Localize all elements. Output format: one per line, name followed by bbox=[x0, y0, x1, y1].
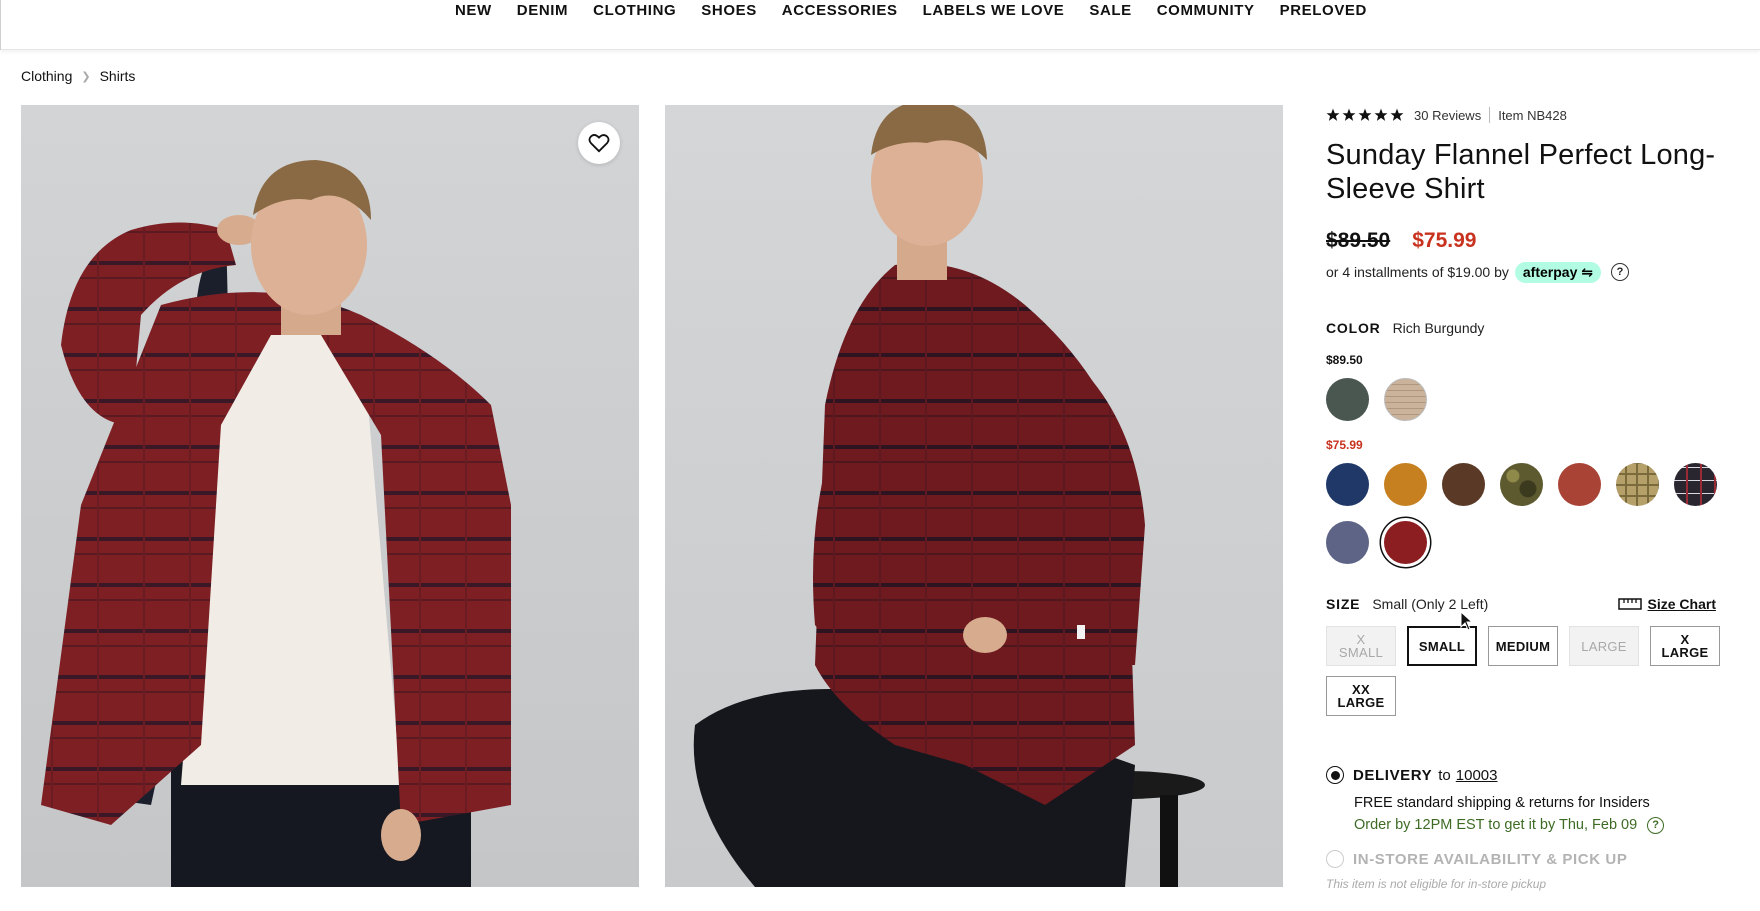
nav-item-denim[interactable]: DENIM bbox=[517, 2, 568, 19]
product-image-2[interactable] bbox=[665, 105, 1283, 887]
model-photo-front bbox=[21, 105, 639, 887]
rating-stars[interactable] bbox=[1326, 108, 1404, 122]
color-label: COLOR bbox=[1326, 320, 1381, 336]
reviews-link[interactable]: 30 Reviews bbox=[1414, 108, 1481, 123]
ruler-icon bbox=[1617, 598, 1642, 610]
model-photo-seated bbox=[665, 105, 1283, 887]
sale-price-tier: $75.99 bbox=[1326, 438, 1363, 452]
size-medium[interactable]: MEDIUM bbox=[1488, 626, 1558, 666]
swatch-dark-green[interactable] bbox=[1326, 378, 1369, 421]
instore-label: IN-STORE AVAILABILITY & PICK UP bbox=[1353, 850, 1628, 868]
nav-item-new[interactable]: NEW bbox=[455, 2, 492, 19]
top-navigation: NEW DENIM CLOTHING SHOES ACCESSORIES LAB… bbox=[0, 0, 1760, 50]
size-label: SIZE bbox=[1326, 596, 1361, 612]
product-details-panel: 30 Reviews Item NB428 Sunday Flannel Per… bbox=[1326, 100, 1746, 891]
breadcrumb-shirts[interactable]: Shirts bbox=[100, 68, 136, 84]
swatch-black-plaid[interactable] bbox=[1674, 463, 1717, 506]
sale-price: $75.99 bbox=[1412, 229, 1477, 252]
size-chart-link[interactable]: Size Chart bbox=[1617, 596, 1716, 612]
star-icon bbox=[1326, 108, 1340, 121]
size-x-small[interactable]: X SMALL bbox=[1326, 626, 1396, 666]
nav-item-shoes[interactable]: SHOES bbox=[701, 2, 757, 19]
instore-option[interactable]: IN-STORE AVAILABILITY & PICK UP bbox=[1326, 850, 1746, 868]
nav-item-sale[interactable]: SALE bbox=[1089, 2, 1131, 19]
divider bbox=[1489, 107, 1491, 123]
nav-item-accessories[interactable]: ACCESSORIES bbox=[782, 2, 898, 19]
shipping-rest: for Insiders bbox=[1574, 795, 1650, 811]
star-icon bbox=[1342, 108, 1356, 121]
size-small[interactable]: SMALL bbox=[1407, 626, 1477, 666]
swatch-rust[interactable] bbox=[1558, 463, 1601, 506]
delivery-label: DELIVERY bbox=[1353, 766, 1433, 784]
size-value: Small (Only 2 Left) bbox=[1372, 596, 1489, 612]
delivery-radio[interactable] bbox=[1326, 766, 1344, 784]
question-icon[interactable]: ? bbox=[1647, 816, 1665, 834]
question-icon[interactable]: ? bbox=[1610, 263, 1629, 281]
chevron-right-icon: ❯ bbox=[81, 70, 91, 83]
star-icon bbox=[1390, 108, 1404, 121]
breadcrumb: Clothing ❯ Shirts bbox=[21, 68, 135, 84]
swatches-full-price bbox=[1326, 378, 1726, 421]
product-title: Sunday Flannel Perfect Long-Sleeve Shirt bbox=[1326, 139, 1716, 205]
full-price-tier: $89.50 bbox=[1326, 353, 1363, 367]
color-value: Rich Burgundy bbox=[1392, 320, 1485, 336]
product-image-1[interactable] bbox=[21, 105, 639, 887]
swatch-slate-blue[interactable] bbox=[1326, 521, 1369, 564]
delivery-zip[interactable]: 10003 bbox=[1456, 767, 1498, 784]
size-xx-large[interactable]: XX LARGE bbox=[1326, 676, 1396, 716]
swatch-tan-plaid[interactable] bbox=[1616, 463, 1659, 506]
swatch-cream-plaid[interactable] bbox=[1384, 378, 1427, 421]
order-by-text: Order by 12PM EST to get it by Thu, Feb … bbox=[1354, 817, 1638, 833]
installments-text: or 4 installments of $19.00 by bbox=[1326, 264, 1509, 280]
nav-item-clothing[interactable]: CLOTHING bbox=[593, 2, 676, 19]
shipping-line: FREE standard shipping & returns for Ins… bbox=[1354, 792, 1746, 814]
afterpay-logo[interactable]: afterpay ⇋ bbox=[1514, 261, 1601, 283]
nav-item-community[interactable]: COMMUNITY bbox=[1157, 2, 1255, 19]
instore-note: This item is not eligible for in-store p… bbox=[1326, 877, 1547, 891]
order-by-line: Order by 12PM EST to get it by Thu, Feb … bbox=[1354, 814, 1746, 836]
delivery-details: FREE standard shipping & returns for Ins… bbox=[1354, 792, 1746, 836]
swatch-camo[interactable] bbox=[1500, 463, 1543, 506]
size-chart-label: Size Chart bbox=[1647, 596, 1716, 612]
nav-edge bbox=[0, 0, 1, 50]
instore-radio[interactable] bbox=[1326, 850, 1344, 868]
delivery-section: DELIVERY to 10003 FREE standard shipping… bbox=[1326, 766, 1746, 891]
breadcrumb-clothing[interactable]: Clothing bbox=[21, 68, 72, 84]
shipping-bold: FREE standard shipping & returns bbox=[1354, 795, 1575, 811]
swatch-navy[interactable] bbox=[1326, 463, 1369, 506]
installments-row: or 4 installments of $19.00 by afterpay … bbox=[1326, 260, 1746, 284]
heart-icon bbox=[588, 134, 610, 153]
nav-item-preloved[interactable]: PRELOVED bbox=[1280, 2, 1367, 19]
size-large[interactable]: LARGE bbox=[1569, 626, 1639, 666]
mouse-cursor-icon bbox=[1460, 611, 1474, 631]
wishlist-button[interactable] bbox=[578, 122, 620, 164]
size-options: X SMALL SMALL MEDIUM LARGE X LARGE XX LARGE bbox=[1326, 626, 1726, 716]
color-row: COLOR Rich Burgundy bbox=[1326, 320, 1746, 336]
delivery-option[interactable]: DELIVERY to 10003 bbox=[1326, 766, 1746, 784]
original-price: $89.50 bbox=[1326, 229, 1391, 252]
delivery-to: to bbox=[1438, 766, 1451, 784]
price-row: $89.50 $75.99 bbox=[1326, 226, 1746, 256]
radio-dot bbox=[1330, 770, 1340, 780]
afterpay-text: afterpay bbox=[1522, 263, 1578, 280]
nav-item-labels-we-love[interactable]: LABELS WE LOVE bbox=[923, 2, 1065, 19]
size-x-large[interactable]: X LARGE bbox=[1650, 626, 1720, 666]
star-icon bbox=[1358, 108, 1372, 121]
nav-menu: NEW DENIM CLOTHING SHOES ACCESSORIES LAB… bbox=[455, 2, 1392, 19]
rating-row: 30 Reviews Item NB428 bbox=[1326, 100, 1746, 130]
swatches-sale bbox=[1326, 463, 1726, 564]
swatch-rich-burgundy[interactable] bbox=[1384, 521, 1427, 564]
item-number: Item NB428 bbox=[1498, 107, 1567, 123]
star-icon bbox=[1374, 108, 1388, 121]
swatch-brown[interactable] bbox=[1442, 463, 1485, 506]
size-row: SIZE Small (Only 2 Left) Size Chart bbox=[1326, 596, 1716, 612]
swatch-mustard[interactable] bbox=[1384, 463, 1427, 506]
